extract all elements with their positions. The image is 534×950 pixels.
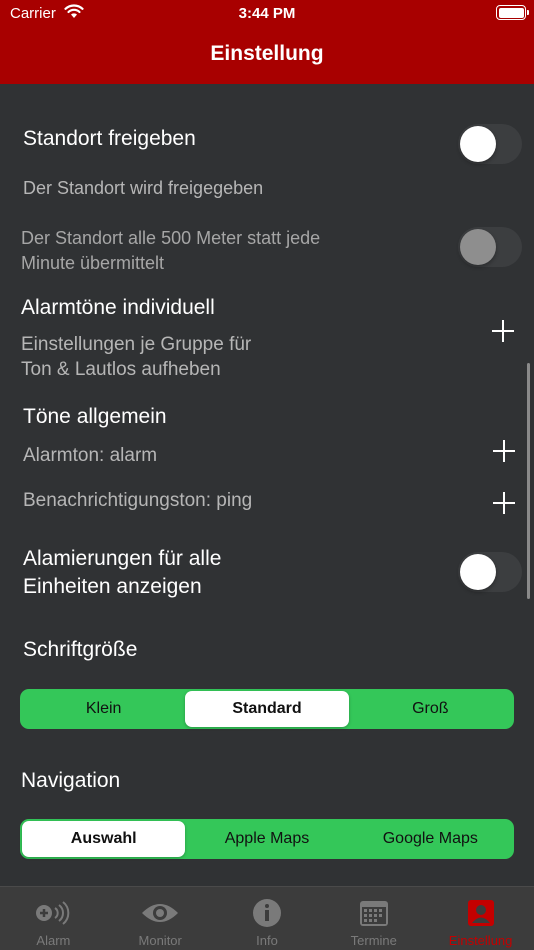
alarm-tones-individual-label: Alarmtöne individuell (21, 296, 215, 319)
tones-general-label: Töne allgemein (23, 405, 167, 428)
alarm-signal-icon (33, 897, 73, 929)
tab-info[interactable]: Info (214, 887, 321, 950)
add-icon[interactable] (493, 492, 515, 514)
add-icon[interactable] (493, 440, 515, 462)
font-size-option-small[interactable]: Klein (22, 691, 185, 727)
info-icon (247, 897, 287, 929)
notification-tone-label: Benachrichtigungston: ping (23, 490, 253, 511)
font-size-option-standard[interactable]: Standard (185, 691, 349, 727)
alarm-tone-label: Alarmton: alarm (23, 445, 158, 466)
tab-einstellung[interactable]: Einstellung (427, 887, 534, 950)
location-500m-label: Der Standort alle 500 Meter statt jede M… (21, 228, 321, 273)
tab-alarm[interactable]: Alarm (0, 887, 107, 950)
navigation-segmented-control: Auswahl Apple Maps Google Maps (20, 819, 514, 859)
calendar-icon (354, 897, 394, 929)
status-bar: Carrier 3:44 PM (0, 0, 534, 28)
tab-label: Alarm (36, 933, 71, 948)
alarm-tones-individual-desc: Einstellungen je Gruppe für Ton & Lautlo… (21, 334, 252, 380)
tab-label: Info (256, 933, 278, 948)
page-title: Einstellung (210, 42, 324, 65)
navigation-option-choose[interactable]: Auswahl (22, 821, 186, 857)
tab-label: Termine (350, 933, 397, 948)
eye-icon (140, 897, 180, 929)
show-all-units-label: Alamierungen für alle Einheiten anzeigen (23, 547, 222, 598)
show-all-units-toggle[interactable] (458, 552, 522, 592)
add-icon[interactable] (492, 320, 514, 342)
location-share-label: Standort freigeben (23, 127, 196, 150)
navigation-bar: Einstellung (0, 28, 534, 84)
location-status-text: Der Standort wird freigegeben (23, 178, 264, 198)
font-size-option-large[interactable]: Groß (349, 691, 512, 727)
person-badge-icon (461, 897, 501, 929)
tab-termine[interactable]: Termine (320, 887, 427, 950)
location-share-toggle[interactable] (458, 124, 522, 164)
location-500m-toggle[interactable] (458, 227, 522, 267)
font-size-segmented-control: Klein Standard Groß (20, 689, 514, 729)
tab-monitor[interactable]: Monitor (107, 887, 214, 950)
font-size-label: Schriftgröße (23, 638, 138, 661)
tab-bar: Alarm Monitor Info Termine Einstellung (0, 886, 534, 950)
navigation-option-apple-maps[interactable]: Apple Maps (185, 821, 348, 857)
tab-label: Monitor (138, 933, 182, 948)
status-time: 3:44 PM (238, 5, 296, 22)
navigation-option-google-maps[interactable]: Google Maps (349, 821, 512, 857)
tab-label: Einstellung (448, 933, 513, 948)
scroll-indicator[interactable] (527, 363, 530, 599)
navigation-label: Navigation (21, 769, 121, 792)
battery-icon (496, 5, 529, 20)
